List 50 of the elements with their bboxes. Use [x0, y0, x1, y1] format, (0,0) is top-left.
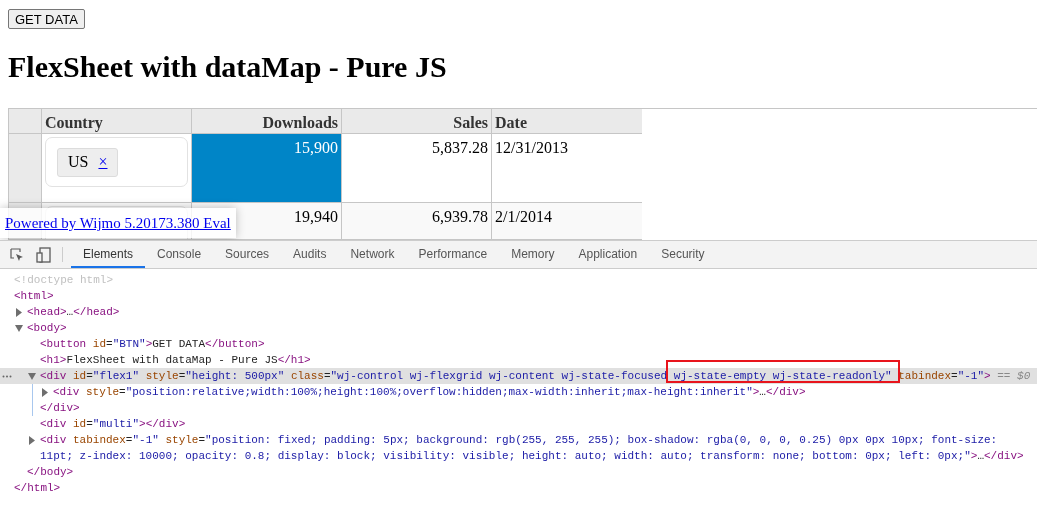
- dom-node-row[interactable]: <h1>FlexSheet with dataMap - Pure JS</h1>: [0, 352, 1037, 368]
- device-icon[interactable]: [36, 246, 52, 263]
- grid-cell[interactable]: 5,837.28: [342, 134, 492, 203]
- devtools-tab[interactable]: Audits: [281, 241, 339, 268]
- dom-node-text[interactable]: <head>…</head>: [27, 304, 120, 320]
- dom-node-text[interactable]: <button id="BTN">GET DATA</button>: [40, 336, 265, 352]
- devtools-tab[interactable]: Security: [649, 241, 717, 268]
- grid-cell[interactable]: 2/1/2014: [492, 203, 642, 240]
- expanded-arrow-icon[interactable]: [28, 371, 37, 381]
- inspect-icon[interactable]: [10, 247, 24, 262]
- tag-label: US: [68, 152, 89, 172]
- column-header[interactable]: Downloads: [192, 109, 342, 134]
- dom-node-row[interactable]: <button id="BTN">GET DATA</button>: [0, 336, 1037, 352]
- dom-node-row[interactable]: <body>: [0, 320, 1037, 336]
- expanded-arrow-icon[interactable]: [15, 323, 24, 333]
- dom-node-text[interactable]: </body>: [27, 464, 74, 480]
- devtools-tab[interactable]: Performance: [406, 241, 500, 268]
- devtools-tab[interactable]: Elements: [71, 241, 146, 268]
- dom-node-row[interactable]: <head>…</head>: [0, 304, 1037, 320]
- ellipsis-icon[interactable]: [2, 375, 12, 378]
- column-header[interactable]: Date: [492, 109, 642, 134]
- dom-node-row[interactable]: <div id="multi"></div>: [0, 416, 1037, 432]
- devtools-tab[interactable]: Network: [338, 241, 407, 268]
- dom-node-text[interactable]: <div style="position:relative;width:100%;height:100%;overflow:hidden;max-width:inherit;max-height:inherit">…</div>: [53, 384, 806, 400]
- column-header[interactable]: Country: [42, 109, 192, 134]
- grid-cell[interactable]: 15,900: [192, 134, 342, 203]
- dom-node-text[interactable]: </html>: [14, 480, 61, 496]
- column-header[interactable]: Sales: [342, 109, 492, 134]
- devtools-tab[interactable]: Application: [566, 241, 650, 268]
- get-data-button[interactable]: GET DATA: [8, 9, 85, 29]
- dom-node-text[interactable]: </div>: [40, 400, 80, 416]
- dom-node-text[interactable]: <div tabindex="-1" style="position: fixed; padding: 5px; background: rgb(255, 255, 255); box-shadow: rgba(0, 0, 0, 0.25) 0px 0px 10px; font-size: 11pt; z-index: 10000; opacity: 0.8; display: block; visibility: visible; height: auto; width: auto; transform: none; bottom: 0px; left: 0px;">…</div>: [40, 432, 1033, 464]
- dom-node-text[interactable]: <h1>FlexSheet with dataMap - Pure JS</h1>: [40, 352, 311, 368]
- dom-node-text[interactable]: <body>: [27, 320, 67, 336]
- multi-select-field[interactable]: US ×: [45, 137, 188, 187]
- dom-node-text[interactable]: <html>: [14, 288, 54, 304]
- remove-tag-link[interactable]: ×: [98, 150, 108, 174]
- devtools-tab[interactable]: Memory: [499, 241, 567, 268]
- devtools-tab[interactable]: Console: [145, 241, 214, 268]
- devtools-tab[interactable]: Sources: [213, 241, 282, 268]
- dom-node-text[interactable]: <div id="multi"></div>: [40, 416, 186, 432]
- collapsed-arrow-icon[interactable]: [28, 435, 37, 445]
- grid-cell[interactable]: 6,939.78: [342, 203, 492, 240]
- grid-cell[interactable]: US ×: [42, 134, 192, 203]
- dom-node-row[interactable]: <html>: [0, 288, 1037, 304]
- collapsed-arrow-icon[interactable]: [41, 387, 50, 397]
- page-heading: FlexSheet with dataMap - Pure JS: [8, 49, 448, 85]
- grid-cell[interactable]: 12/31/2013: [492, 134, 642, 203]
- dom-node-row[interactable]: <div style="position:relative;width:100%;height:100%;overflow:hidden;max-width:inherit;max-height:inherit">…</div>: [0, 384, 1037, 400]
- collapsed-arrow-icon[interactable]: [15, 307, 24, 317]
